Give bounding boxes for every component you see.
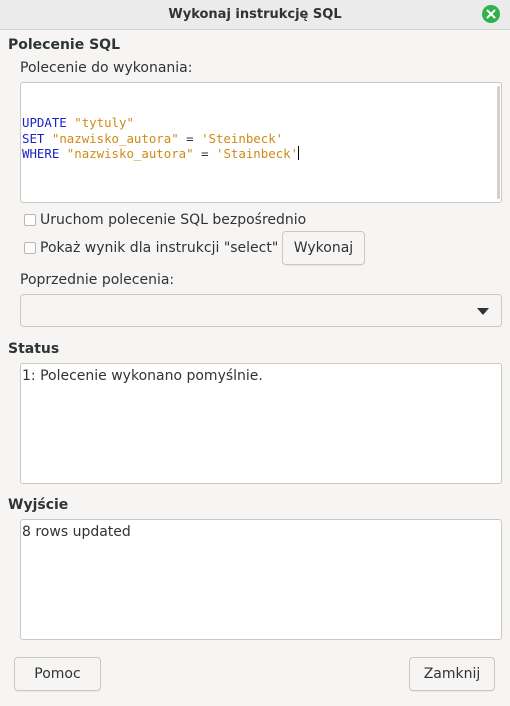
status-textbox[interactable]: 1: Polecenie wykonano pomyślnie. — [20, 363, 502, 484]
output-textbox[interactable]: 8 rows updated — [20, 519, 502, 640]
sql-keyword: WHERE — [22, 146, 60, 161]
help-button[interactable]: Pomoc — [14, 657, 101, 691]
sql-line: UPDATE "tytuly" — [22, 115, 501, 131]
sql-keyword: SET — [22, 130, 45, 146]
title-bar: Wykonaj instrukcję SQL — [0, 0, 510, 30]
output-section-heading: Wyjście — [8, 497, 69, 513]
sql-operator: = — [178, 130, 202, 146]
sql-line: WHERE "nazwisko_autora" = 'Stainbeck' — [22, 146, 501, 162]
editor-scrollbar[interactable] — [497, 86, 500, 199]
close-window-button[interactable] — [482, 5, 500, 23]
run-directly-checkbox-row[interactable]: Uruchom polecenie SQL bezpośrednio — [24, 211, 306, 229]
show-select-result-checkbox[interactable] — [24, 242, 36, 254]
close-icon — [486, 9, 496, 19]
status-section-heading: Status — [8, 341, 60, 357]
sql-operator — [59, 146, 66, 161]
show-select-result-label: Pokaż wynik dla instrukcji "select" — [40, 240, 279, 256]
chevron-down-icon — [477, 308, 489, 315]
sql-code: UPDATE "tytuly" SET "nazwisko_autora" = '… — [22, 115, 501, 162]
previous-commands-dropdown[interactable] — [20, 294, 502, 327]
sql-string: 'Steinbeck' — [201, 130, 284, 146]
sql-keyword: UPDATE — [22, 115, 67, 130]
sql-line: SET "nazwisko_autora" = 'Steinbeck' — [22, 131, 501, 147]
sql-section-heading: Polecenie SQL — [8, 37, 121, 53]
sql-string: "nazwisko_autora" — [66, 146, 194, 161]
run-directly-checkbox[interactable] — [24, 214, 36, 226]
status-text: 1: Polecenie wykonano pomyślnie. — [22, 368, 263, 384]
close-button[interactable]: Zamknij — [409, 657, 495, 691]
sql-command-editor[interactable]: UPDATE "tytuly" SET "nazwisko_autora" = '… — [20, 82, 502, 203]
window-title: Wykonaj instrukcję SQL — [168, 7, 342, 22]
sql-string: "nazwisko_autora" — [51, 130, 179, 146]
execute-button[interactable]: Wykonaj — [282, 231, 365, 265]
sql-operator: = — [193, 146, 216, 161]
text-cursor — [298, 146, 300, 160]
sql-operator — [44, 131, 51, 146]
command-label: Polecenie do wykonania: — [20, 60, 193, 76]
run-directly-label: Uruchom polecenie SQL bezpośrednio — [40, 212, 307, 228]
sql-string: "tytuly" — [74, 115, 134, 130]
output-text: 8 rows updated — [22, 524, 131, 540]
previous-commands-label: Poprzednie polecenia: — [20, 272, 175, 288]
sql-string: 'Stainbeck' — [216, 146, 299, 161]
show-select-result-checkbox-row[interactable]: Pokaż wynik dla instrukcji "select" — [24, 239, 278, 257]
